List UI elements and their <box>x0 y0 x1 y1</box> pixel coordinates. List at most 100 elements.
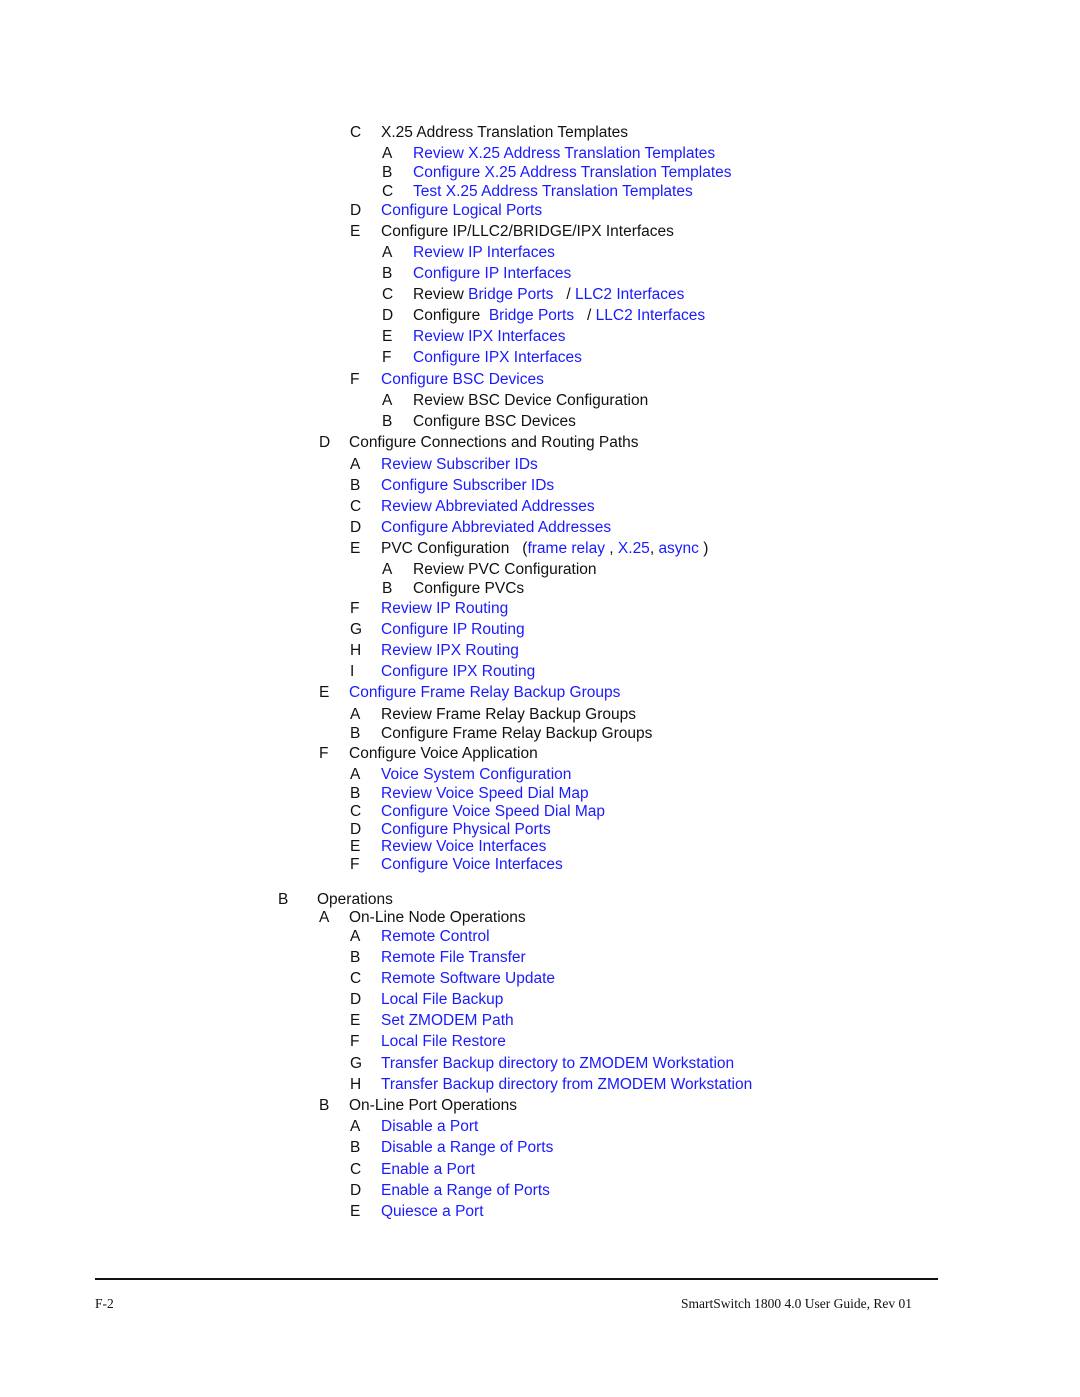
toc-entry-letter: F <box>319 745 329 762</box>
toc-entry-letter: A <box>350 706 361 723</box>
toc-entry-letter: C <box>350 124 362 141</box>
toc-text: Configure PVCs <box>413 580 525 597</box>
toc-entry-title: Review Voice Interfaces <box>381 838 546 856</box>
toc-link[interactable]: Transfer Backup directory from ZMODEM Wo… <box>381 1076 752 1093</box>
toc-entry-title: Voice System Configuration <box>381 766 571 784</box>
toc-entry-letter: B <box>319 1097 330 1114</box>
toc-entry-title: Review Subscriber IDs <box>381 456 538 474</box>
toc-link[interactable]: Set ZMODEM Path <box>381 1012 514 1029</box>
toc-text: Configure Frame Relay Backup Groups <box>381 725 653 742</box>
toc-link[interactable]: Review Voice Interfaces <box>381 838 546 855</box>
toc-link[interactable]: Review IP Routing <box>381 600 508 617</box>
toc-entry-letter: D <box>350 821 362 838</box>
toc-entry-title: Configure Voice Application <box>349 745 538 763</box>
toc-entry-letter: C <box>350 803 362 820</box>
toc-link[interactable]: Configure IPX Routing <box>381 663 535 680</box>
toc-entry-letter: B <box>350 949 361 966</box>
toc-entry-title: Set ZMODEM Path <box>381 1012 514 1030</box>
toc-link[interactable]: Disable a Range of Ports <box>381 1139 553 1156</box>
toc-entry-title: Enable a Range of Ports <box>381 1182 550 1200</box>
toc-entry-letter: A <box>382 561 393 578</box>
toc-entry-title: Remote Control <box>381 928 490 946</box>
toc-entry-title: Review Bridge Ports / LLC2 Interfaces <box>413 286 684 304</box>
toc-link[interactable]: Remote File Transfer <box>381 949 526 966</box>
toc-entry-letter: E <box>382 328 393 345</box>
toc-entry-letter: C <box>350 498 362 515</box>
toc-link[interactable]: Review IPX Routing <box>381 642 519 659</box>
toc-link[interactable]: Configure IP Routing <box>381 621 525 638</box>
toc-link[interactable]: X.25 <box>618 540 650 557</box>
toc-entry-title: On-Line Node Operations <box>349 909 526 927</box>
toc-entry-title: Configure BSC Devices <box>381 371 544 389</box>
toc-link[interactable]: Enable a Port <box>381 1161 475 1178</box>
toc-link[interactable]: Review IP Interfaces <box>413 244 555 261</box>
toc-link[interactable]: Review Subscriber IDs <box>381 456 538 473</box>
toc-link[interactable]: Configure BSC Devices <box>381 371 544 388</box>
toc-entry-letter: F <box>350 1033 360 1050</box>
toc-entry-title: On-Line Port Operations <box>349 1097 517 1115</box>
toc-entry-letter: F <box>350 856 360 873</box>
toc-entry-letter: E <box>319 684 330 701</box>
toc-link[interactable]: Configure Physical Ports <box>381 821 551 838</box>
toc-link[interactable]: Review IPX Interfaces <box>413 328 565 345</box>
toc-entry-letter: B <box>278 891 289 908</box>
toc-entry-title: Local File Restore <box>381 1033 506 1051</box>
toc-link[interactable]: Remote Software Update <box>381 970 555 987</box>
toc-link[interactable]: Configure Voice Speed Dial Map <box>381 803 605 820</box>
toc-link[interactable]: Review Voice Speed Dial Map <box>381 785 589 802</box>
toc-link[interactable]: Test X.25 Address Translation Templates <box>413 183 693 200</box>
toc-link[interactable]: LLC2 Interfaces <box>596 307 705 324</box>
toc-link[interactable]: Local File Restore <box>381 1033 506 1050</box>
toc-link[interactable]: Configure Frame Relay Backup Groups <box>349 684 620 701</box>
toc-entry-title: Operations <box>317 891 393 909</box>
toc-entry-letter: D <box>350 991 362 1008</box>
toc-entry-title: Local File Backup <box>381 991 503 1009</box>
document-title: SmartSwitch 1800 4.0 User Guide, Rev 01 <box>681 1296 912 1311</box>
toc-entry-letter: B <box>382 580 393 597</box>
toc-link[interactable]: Disable a Port <box>381 1118 478 1135</box>
toc-link[interactable]: frame relay <box>527 540 605 557</box>
toc-link[interactable]: Remote Control <box>381 928 490 945</box>
toc-link[interactable]: Configure X.25 Address Translation Templ… <box>413 164 732 181</box>
toc-link[interactable]: Review Abbreviated Addresses <box>381 498 595 515</box>
toc-text: Review Frame Relay Backup Groups <box>381 706 636 723</box>
toc-entry-letter: A <box>350 1118 361 1135</box>
toc-entry-title: Transfer Backup directory from ZMODEM Wo… <box>381 1076 752 1094</box>
toc-link[interactable]: Configure IPX Interfaces <box>413 349 582 366</box>
toc-text: Review <box>413 286 469 303</box>
toc-link[interactable]: Configure Logical Ports <box>381 202 542 219</box>
toc-entry-title: Enable a Port <box>381 1161 475 1179</box>
toc-entry-title: Configure Logical Ports <box>381 202 542 220</box>
toc-link[interactable]: LLC2 Interfaces <box>575 286 684 303</box>
toc-link[interactable]: Configure IP Interfaces <box>413 265 571 282</box>
toc-link[interactable]: Quiesce a Port <box>381 1203 484 1220</box>
toc-link[interactable]: Configure Abbreviated Addresses <box>381 519 611 536</box>
toc-entry-title: Configure Frame Relay Backup Groups <box>349 684 620 702</box>
toc-entry-title: Configure Voice Interfaces <box>381 856 563 874</box>
toc-link[interactable]: Configure Voice Interfaces <box>381 856 563 873</box>
toc-link[interactable]: Bridge Ports <box>489 307 574 324</box>
toc-entry-letter: A <box>382 145 393 162</box>
toc-entry-letter: F <box>350 371 360 388</box>
toc-link[interactable]: async <box>658 540 699 557</box>
toc-link[interactable]: Voice System Configuration <box>381 766 571 783</box>
toc-link[interactable]: Local File Backup <box>381 991 503 1008</box>
toc-text: ) <box>698 540 709 557</box>
toc-entry-letter: H <box>350 642 362 659</box>
toc-entry-letter: C <box>350 1161 362 1178</box>
toc-entry-title: Configure Frame Relay Backup Groups <box>381 725 652 743</box>
toc-link[interactable]: Configure Subscriber IDs <box>381 477 554 494</box>
toc-link[interactable]: Enable a Range of Ports <box>381 1182 550 1199</box>
toc-text: / <box>574 307 596 324</box>
toc-entry-title: Review IP Routing <box>381 600 508 618</box>
toc-entry-title: Remote Software Update <box>381 970 555 988</box>
toc-link[interactable]: Transfer Backup directory to ZMODEM Work… <box>381 1055 734 1072</box>
toc-entry-title: Test X.25 Address Translation Templates <box>413 183 693 201</box>
toc-link[interactable]: Bridge Ports <box>468 286 553 303</box>
toc-link[interactable]: Review X.25 Address Translation Template… <box>413 145 715 162</box>
toc-entry-letter: B <box>382 265 393 282</box>
toc-entry-title: Configure IPX Interfaces <box>413 349 582 367</box>
toc-text: Operations <box>317 891 393 908</box>
toc-entry-title: PVC Configuration (frame relay , X.25, a… <box>381 540 708 558</box>
toc-entry-letter: E <box>350 1012 361 1029</box>
